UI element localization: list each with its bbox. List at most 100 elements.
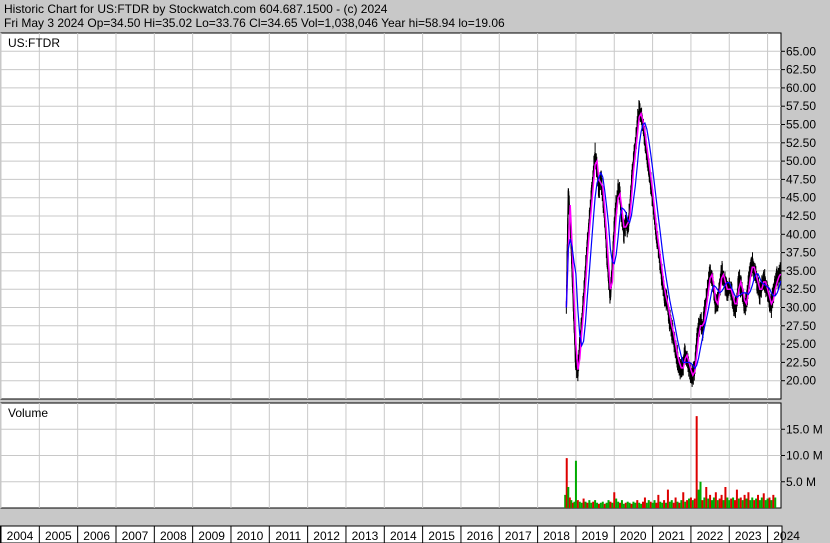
y-tick-label: 20.00 xyxy=(786,374,816,388)
volume-bar xyxy=(732,497,735,508)
volume-bar xyxy=(703,497,706,508)
y-tick-label: 37.50 xyxy=(786,246,816,260)
volume-bar xyxy=(751,497,754,508)
volume-bar xyxy=(586,502,589,508)
y-tick-label: 32.50 xyxy=(786,282,816,296)
volume-bar xyxy=(737,498,740,508)
volume-bar xyxy=(582,498,585,508)
volume-bar xyxy=(613,492,616,508)
x-tick-label: 2010 xyxy=(237,529,264,543)
volume-bar xyxy=(643,497,646,508)
x-tick-label: 2007 xyxy=(122,529,149,543)
volume-bar xyxy=(724,487,727,508)
x-tick-label: 2005 xyxy=(45,529,72,543)
y-tick-label: 35.00 xyxy=(786,264,816,278)
y-tick-label: 10.0 M xyxy=(786,449,823,463)
y-tick-label: 45.00 xyxy=(786,191,816,205)
x-tick-label: 2004 xyxy=(7,529,34,543)
y-tick-label: 52.50 xyxy=(786,136,816,150)
x-tick-label: 2023 xyxy=(735,529,762,543)
y-tick-label: 65.00 xyxy=(786,44,816,58)
volume-bar xyxy=(672,502,675,508)
volume-bar xyxy=(762,493,765,508)
volume-bar xyxy=(642,501,645,508)
volume-bar xyxy=(755,498,758,508)
y-tick-label: 57.50 xyxy=(786,99,816,113)
symbol-label: US:FTDR xyxy=(8,36,60,50)
y-tick-label: 42.50 xyxy=(786,209,816,223)
volume-bar xyxy=(772,494,775,508)
volume-bar xyxy=(676,501,679,508)
x-tick-label: 2013 xyxy=(352,529,379,543)
volume-bar xyxy=(768,497,771,508)
volume-bar xyxy=(590,502,593,508)
volume-bar xyxy=(747,492,750,508)
volume-bar xyxy=(682,492,685,508)
price-y-axis: 65.00 62.50 60.00 57.50 55.00 52.50 50.00 47.50… xyxy=(781,44,816,388)
volume-bar xyxy=(678,502,681,508)
x-tick-label: 2012 xyxy=(313,529,340,543)
volume-bar xyxy=(735,489,738,508)
x-tick-label: 2022 xyxy=(697,529,724,543)
volume-bar xyxy=(686,500,689,508)
volume-bar xyxy=(695,416,698,508)
volume-bar xyxy=(774,497,777,508)
volume-bar xyxy=(576,500,579,508)
volume-bar xyxy=(619,502,622,508)
volume-bar xyxy=(718,498,721,508)
volume-bar xyxy=(674,497,677,508)
x-tick-label: 2008 xyxy=(160,529,187,543)
volume-bar xyxy=(645,502,648,508)
volume-bar xyxy=(620,500,623,508)
volume-bar xyxy=(647,500,650,508)
volume-bar xyxy=(699,481,702,508)
x-tick-label: 2019 xyxy=(582,529,609,543)
x-tick-label: 2006 xyxy=(83,529,110,543)
volume-bar xyxy=(605,502,608,508)
price-grid xyxy=(0,33,781,399)
x-tick-label: 2011 xyxy=(275,529,301,543)
stock-chart: US:FTDR 65.00 62.50 60.00 57.50 55.00 52.50 50… xyxy=(0,32,823,543)
volume-bar xyxy=(607,500,610,508)
volume-bar xyxy=(624,502,627,508)
y-tick-label: 22.50 xyxy=(786,355,816,369)
y-tick-label: 47.50 xyxy=(786,172,816,186)
y-tick-label: 25.00 xyxy=(786,337,816,351)
y-tick-label: 60.00 xyxy=(786,81,816,95)
volume-bar xyxy=(753,500,756,508)
y-tick-label: 30.00 xyxy=(786,301,816,315)
volume-bar xyxy=(711,500,714,508)
x-tick-label: 2021 xyxy=(658,529,685,543)
volume-bar xyxy=(666,489,669,508)
volume-bar xyxy=(592,501,595,508)
volume-bar xyxy=(726,497,729,508)
y-tick-label: 55.00 xyxy=(786,118,816,132)
volume-bar xyxy=(626,501,629,508)
volume-bar xyxy=(588,500,591,508)
volume-bar xyxy=(653,500,656,508)
volume-bar xyxy=(741,500,744,508)
volume-bar xyxy=(714,492,717,508)
volume-bar xyxy=(665,502,668,508)
volume-bar xyxy=(730,498,733,508)
volume-bar xyxy=(728,500,731,508)
volume-bar xyxy=(705,487,708,508)
volume-bar xyxy=(720,494,723,508)
volume-bar xyxy=(764,500,767,508)
volume-bar xyxy=(716,500,719,508)
volume-bar xyxy=(707,498,710,508)
volume-bar xyxy=(578,501,581,508)
volume-bar xyxy=(603,503,606,508)
volume-bar xyxy=(670,500,673,508)
volume-bar xyxy=(749,500,752,508)
x-tick-label: 2014 xyxy=(390,529,417,543)
volume-bar xyxy=(597,503,600,508)
volume-bar xyxy=(655,502,658,508)
volume-bar xyxy=(693,498,696,508)
volume-bar xyxy=(712,497,715,508)
volume-bar xyxy=(758,500,761,508)
volume-label: Volume xyxy=(8,406,48,420)
volume-bar xyxy=(684,501,687,508)
volume-bar xyxy=(638,502,641,508)
x-tick-label: 2017 xyxy=(505,529,532,543)
